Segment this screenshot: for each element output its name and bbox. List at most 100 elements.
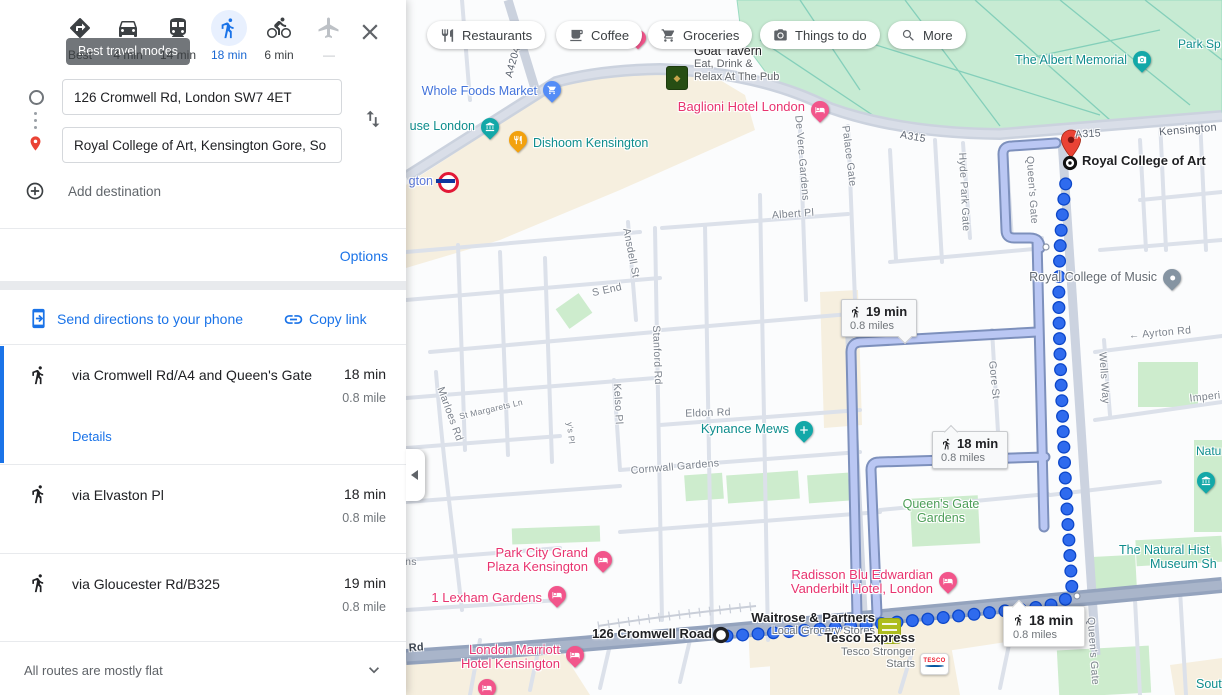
- street-label: Palace Gate: [839, 125, 858, 187]
- alt-route-time-badge[interactable]: 18 min0.8 miles: [932, 431, 1008, 469]
- street-label: Queen's Gate: [1024, 156, 1041, 225]
- badge-distance: 0.8 miles: [1013, 629, 1073, 641]
- chevron-down-icon: [364, 660, 384, 680]
- poi-pin[interactable]: [474, 675, 499, 695]
- chip-groceries[interactable]: Groceries: [648, 21, 752, 49]
- collapse-panel-button[interactable]: [406, 449, 425, 501]
- chip-things-to-do[interactable]: Things to do: [760, 21, 880, 49]
- origin-input[interactable]: [62, 79, 342, 115]
- poi-label[interactable]: Park City GrandPlaza Kensington: [487, 546, 588, 575]
- poi-label[interactable]: 126 Cromwell Road: [592, 627, 712, 642]
- poi-label[interactable]: Museum Sh: [1150, 557, 1217, 571]
- mode-flight-label: —: [305, 48, 353, 62]
- poi-pin[interactable]: [791, 417, 816, 442]
- street-label: Kelso Pl: [611, 383, 625, 424]
- poi-label-line: Park Sp: [1178, 38, 1221, 51]
- poi-label-line: 126 Cromwell Road: [592, 627, 712, 642]
- chevron-left-icon: [411, 470, 418, 480]
- poi-label[interactable]: Sout: [1196, 677, 1222, 691]
- badge-time-row: 18 min: [1013, 612, 1073, 628]
- poi-pin[interactable]: [477, 114, 502, 139]
- poi-label[interactable]: The Albert Memorial: [1015, 53, 1127, 67]
- close-directions-button[interactable]: [357, 19, 383, 45]
- poi-label-line: Royal College of Music: [1029, 270, 1157, 284]
- poi-pin[interactable]: [935, 568, 960, 593]
- restaurant-icon: [513, 135, 523, 145]
- poi-label[interactable]: Queen's GateGardens: [903, 497, 980, 525]
- poi-label-line: Tesco Stronger: [824, 646, 915, 658]
- poi-label[interactable]: gton: [409, 174, 433, 188]
- chip-restaurants[interactable]: Restaurants: [427, 21, 545, 49]
- poi-label[interactable]: London MarriottHotel Kensington: [461, 643, 560, 672]
- poi-label[interactable]: Royal College of Music: [1029, 270, 1157, 284]
- add-destination-button[interactable]: [25, 181, 45, 201]
- mode-transit[interactable]: 14 min: [154, 10, 202, 62]
- options-link[interactable]: Options: [340, 248, 388, 264]
- poi-label[interactable]: Whole Foods Market: [422, 84, 537, 98]
- poi-label[interactable]: The Natural Hist: [1119, 543, 1209, 557]
- selected-route-time-badge[interactable]: 18 min0.8 miles: [1003, 606, 1085, 647]
- goat-tavern-ad-logo[interactable]: ◆: [666, 66, 688, 90]
- poi-pin[interactable]: [505, 127, 530, 152]
- chip-more[interactable]: More: [888, 21, 966, 49]
- poi-pin[interactable]: [539, 77, 564, 102]
- route-option-elvaston-pl[interactable]: via Elvaston Pl 18 min 0.8 mile: [0, 465, 406, 553]
- swap-origin-destination-button[interactable]: [362, 108, 384, 130]
- poi-pin[interactable]: [1193, 468, 1218, 493]
- route-details-link[interactable]: Details: [72, 429, 112, 444]
- mode-flight[interactable]: —: [305, 10, 353, 62]
- mode-walk[interactable]: 18 min: [205, 10, 253, 62]
- poi-pin[interactable]: [1159, 265, 1184, 290]
- poi-label[interactable]: Park Sp: [1178, 38, 1221, 51]
- mode-transit-label: 14 min: [154, 48, 202, 62]
- poi-label[interactable]: Goat TavernEat, Drink &Relax At The Pub: [694, 44, 779, 83]
- destination-input[interactable]: [62, 127, 342, 163]
- poi-pin[interactable]: [807, 97, 832, 122]
- alt-route-time-badge[interactable]: 19 min0.8 miles: [841, 299, 917, 337]
- copy-link-button[interactable]: Copy link: [309, 311, 367, 327]
- chip-label: Coffee: [591, 28, 629, 43]
- poi-label[interactable]: Radisson Blu EdwardianVanderbilt Hotel, …: [791, 568, 933, 597]
- street-label: Stanford Rd: [650, 325, 664, 385]
- send-directions-link[interactable]: Send directions to your phone: [57, 311, 243, 327]
- destination-pin-icon: [27, 135, 44, 152]
- poi-label[interactable]: Dishoom Kensington: [533, 136, 648, 150]
- mode-drive[interactable]: 4 min: [104, 10, 152, 62]
- badge-distance: 0.8 miles: [850, 320, 907, 332]
- mode-bike[interactable]: 6 min: [255, 10, 303, 62]
- mode-drive-label: 4 min: [104, 48, 152, 62]
- route-connector-dot: [34, 126, 37, 129]
- poi-label[interactable]: Kynance Mews: [701, 422, 789, 437]
- poi-label[interactable]: use London: [410, 119, 475, 133]
- poi-pin[interactable]: [590, 547, 615, 572]
- origin-dot-icon: [29, 90, 44, 105]
- poi-pin[interactable]: [1129, 47, 1154, 72]
- expand-routes-note-button[interactable]: [364, 660, 384, 680]
- underground-roundel-icon: [438, 172, 459, 193]
- route-connector-dot: [34, 112, 37, 115]
- poi-label[interactable]: Natu: [1196, 445, 1221, 458]
- poi-label[interactable]: Tesco ExpressTesco StrongerStarts: [824, 631, 915, 670]
- poi-label-line: Baglioni Hotel London: [678, 100, 805, 115]
- poi-label[interactable]: Royal College of Art: [1082, 154, 1206, 169]
- map-canvas[interactable]: Restaurants Coffee Groceries Things to do Mo…: [406, 0, 1222, 695]
- poi-label-line: Radisson Blu Edwardian: [791, 568, 933, 583]
- route-option-cromwell-queens-gate[interactable]: via Cromwell Rd/A4 and Queen's Gate 18 m…: [0, 345, 406, 464]
- chip-coffee[interactable]: Coffee: [556, 21, 642, 49]
- add-destination-label[interactable]: Add destination: [68, 184, 161, 199]
- route-title: via Cromwell Rd/A4 and Queen's Gate: [72, 363, 324, 387]
- tesco-logo[interactable]: TESCO: [920, 653, 949, 675]
- poi-label[interactable]: Baglioni Hotel London: [678, 100, 805, 115]
- walking-person-icon: [29, 365, 49, 385]
- mode-best[interactable]: Best: [56, 10, 104, 62]
- poi-pin[interactable]: [562, 642, 587, 667]
- poi-label[interactable]: 1 Lexham Gardens: [431, 591, 542, 606]
- poi-label-line: Sout: [1196, 677, 1222, 691]
- poi-label-line: Waitrose & Partners: [751, 611, 875, 626]
- chip-label: Restaurants: [462, 28, 532, 43]
- street-label: S End: [591, 281, 623, 299]
- poi-label-line: The Natural Hist: [1119, 543, 1209, 557]
- route-option-gloucester-rd[interactable]: via Gloucester Rd/B325 19 min 0.8 mile: [0, 554, 406, 641]
- poi-pin[interactable]: [544, 582, 569, 607]
- poi-label-line: Dishoom Kensington: [533, 136, 648, 150]
